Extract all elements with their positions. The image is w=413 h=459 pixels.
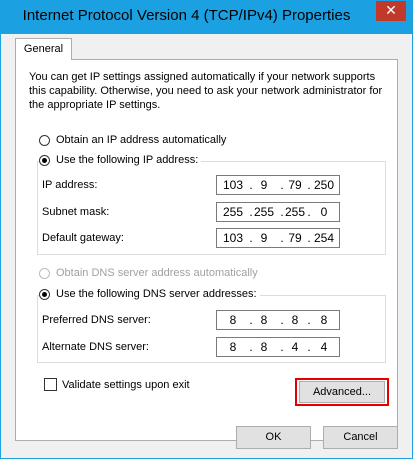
alternate-dns-input[interactable]: 8 . 8 . 4 . 4 — [216, 337, 340, 357]
general-panel: You can get IP settings assigned automat… — [15, 59, 398, 441]
pdns-octet-2[interactable]: 8 — [252, 313, 276, 327]
alternate-dns-label: Alternate DNS server: — [42, 341, 149, 353]
default-gateway-input[interactable]: 103 . 9 . 79 . 254 — [216, 228, 340, 248]
window-title: Internet Protocol Version 4 (TCP/IPv4) P… — [22, 7, 351, 24]
radio-dns-auto[interactable]: Obtain DNS server address automatically — [39, 267, 258, 279]
title-bar: Internet Protocol Version 4 (TCP/IPv4) P… — [1, 1, 412, 34]
subnet-octet-4[interactable]: 0 — [312, 205, 336, 219]
ip-address-label: IP address: — [42, 179, 98, 191]
ip-octet-4[interactable]: 250 — [312, 178, 336, 192]
validate-checkbox[interactable]: Validate settings upon exit — [44, 378, 190, 391]
subnet-mask-input[interactable]: 255 . 255 . 255 . 0 — [216, 202, 340, 222]
dialog-client: General You can get IP settings assigned… — [8, 34, 405, 452]
radio-dns-auto-label: Obtain DNS server address automatically — [56, 267, 258, 279]
gateway-octet-1[interactable]: 103 — [221, 231, 245, 245]
ip-octet-2[interactable]: 9 — [252, 178, 276, 192]
ip-octet-3[interactable]: 79 — [283, 178, 307, 192]
validate-checkbox-box[interactable] — [44, 378, 57, 391]
radio-ip-auto[interactable]: Obtain an IP address automatically — [39, 134, 226, 146]
adns-octet-4[interactable]: 4 — [312, 340, 336, 354]
pdns-octet-3[interactable]: 8 — [283, 313, 307, 327]
ip-octet-1[interactable]: 103 — [221, 178, 245, 192]
cancel-button[interactable]: Cancel — [323, 426, 398, 449]
gateway-octet-3[interactable]: 79 — [283, 231, 307, 245]
radio-dns-auto-dot[interactable] — [39, 267, 50, 279]
close-button[interactable]: ✕ — [376, 1, 406, 21]
radio-ip-manual-dot[interactable] — [39, 154, 50, 166]
pdns-octet-1[interactable]: 8 — [221, 313, 245, 327]
adns-octet-2[interactable]: 8 — [252, 340, 276, 354]
adns-octet-3[interactable]: 4 — [283, 340, 307, 354]
gateway-octet-4[interactable]: 254 — [312, 231, 336, 245]
radio-ip-auto-dot[interactable] — [39, 134, 50, 146]
subnet-mask-label: Subnet mask: — [42, 206, 110, 218]
subnet-octet-2[interactable]: 255 — [252, 205, 276, 219]
radio-ip-manual-label: Use the following IP address: — [56, 154, 199, 166]
gateway-octet-2[interactable]: 9 — [252, 231, 276, 245]
description-text: You can get IP settings assigned automat… — [29, 71, 383, 111]
tab-general[interactable]: General — [15, 38, 72, 60]
pdns-octet-4[interactable]: 8 — [312, 313, 336, 327]
subnet-octet-1[interactable]: 255 — [221, 205, 245, 219]
preferred-dns-label: Preferred DNS server: — [42, 314, 151, 326]
ip-address-input[interactable]: 103 . 9 . 79 . 250 — [216, 175, 340, 195]
radio-ip-manual[interactable]: Use the following IP address: — [39, 154, 202, 166]
adns-octet-1[interactable]: 8 — [221, 340, 245, 354]
properties-dialog: Internet Protocol Version 4 (TCP/IPv4) P… — [0, 0, 413, 459]
validate-checkbox-label: Validate settings upon exit — [62, 378, 190, 391]
subnet-octet-3[interactable]: 255 — [283, 205, 307, 219]
default-gateway-label: Default gateway: — [42, 232, 124, 244]
advanced-button[interactable]: Advanced... — [299, 381, 385, 403]
ok-button[interactable]: OK — [236, 426, 311, 449]
radio-dns-manual-label: Use the following DNS server addresses: — [56, 288, 257, 300]
radio-ip-auto-label: Obtain an IP address automatically — [56, 134, 227, 146]
radio-dns-manual[interactable]: Use the following DNS server addresses: — [39, 288, 260, 300]
preferred-dns-input[interactable]: 8 . 8 . 8 . 8 — [216, 310, 340, 330]
radio-dns-manual-dot[interactable] — [39, 288, 50, 300]
